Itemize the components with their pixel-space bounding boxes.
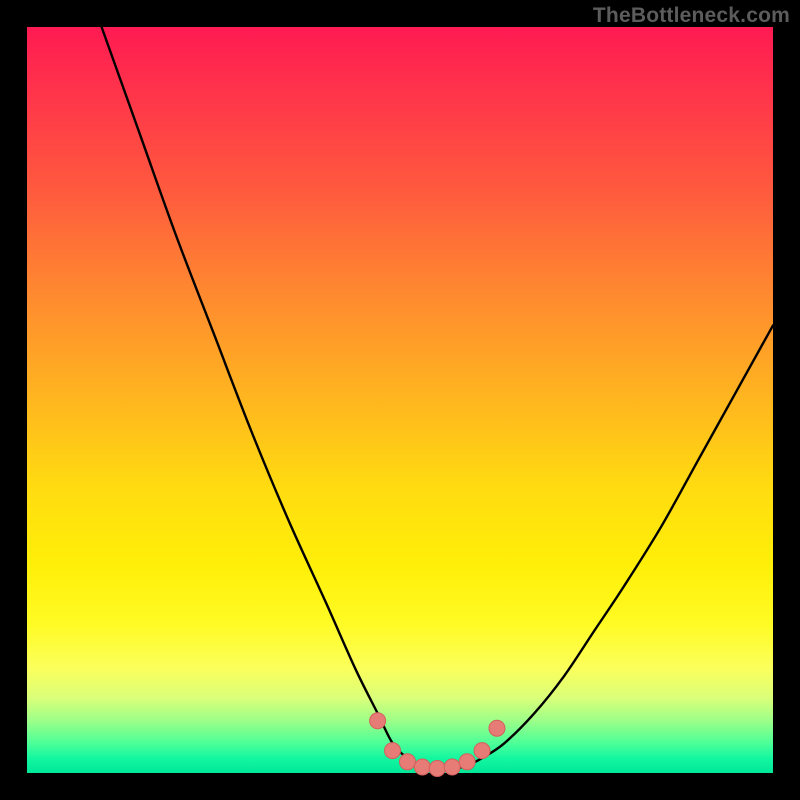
marker-point	[474, 743, 490, 759]
marker-point	[459, 754, 475, 770]
highlight-markers	[370, 713, 505, 777]
bottleneck-curve	[102, 27, 773, 770]
curve-layer	[27, 27, 773, 773]
marker-point	[489, 720, 505, 736]
marker-point	[385, 743, 401, 759]
marker-point	[429, 761, 445, 777]
marker-point	[370, 713, 386, 729]
chart-frame: TheBottleneck.com	[0, 0, 800, 800]
marker-point	[444, 759, 460, 775]
marker-point	[399, 754, 415, 770]
marker-point	[414, 759, 430, 775]
watermark-text: TheBottleneck.com	[593, 4, 790, 28]
